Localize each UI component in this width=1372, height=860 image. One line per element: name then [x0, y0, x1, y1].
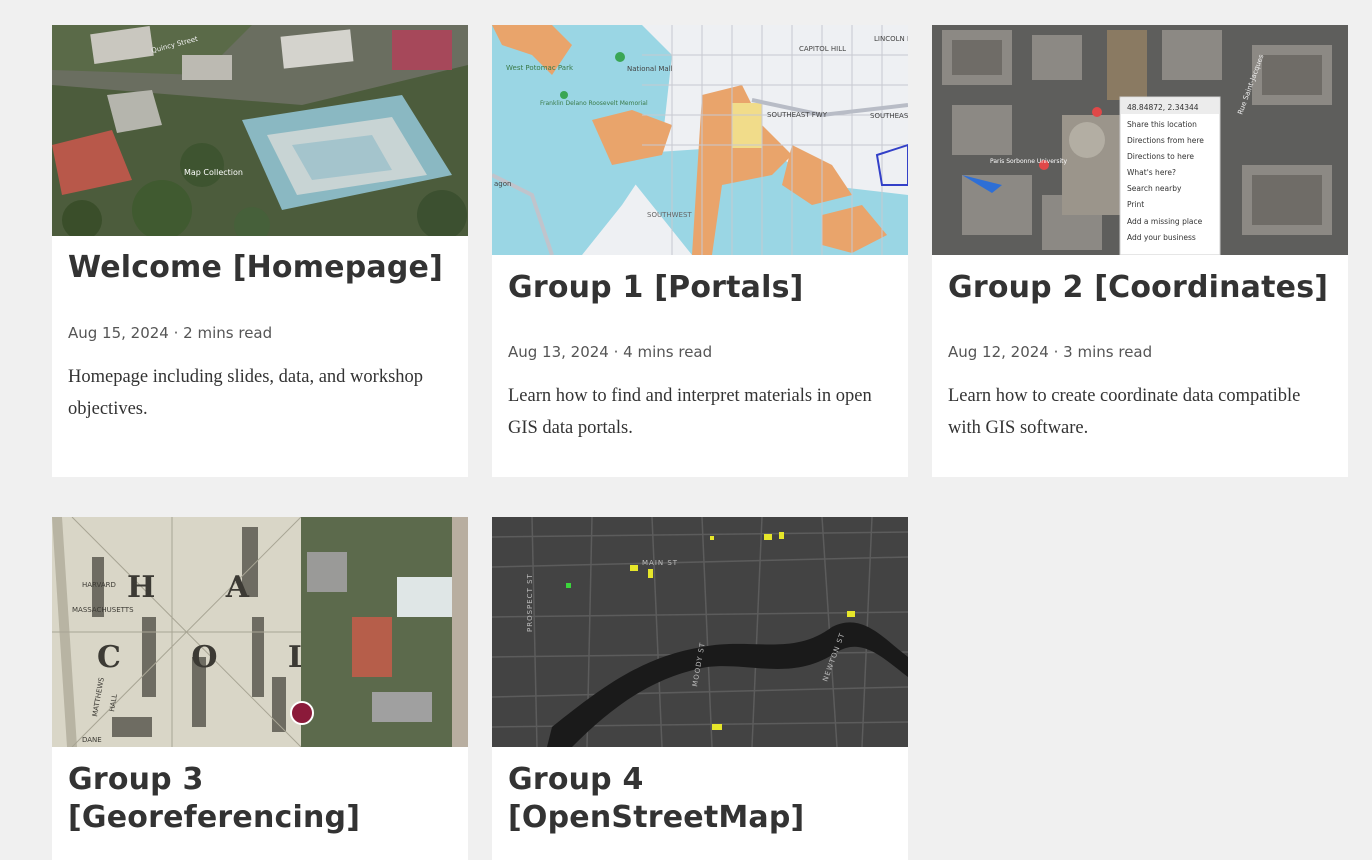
post-meta: Aug 12, 2024 · 3 mins read [948, 343, 1152, 361]
post-read-time: 3 mins read [1063, 343, 1153, 361]
post-thumbnail[interactable]: Quincy Street Map Collection [52, 25, 468, 236]
post-thumbnail[interactable]: National Mall West Potomac Park Franklin… [492, 25, 908, 255]
satellite-image: Rue Saint-Jacques Paris Sorbonne Univers… [932, 25, 1348, 255]
map-label: CAPITOL HILL [799, 45, 846, 53]
post-thumbnail[interactable]: MAIN ST PROSPECT ST MOODY ST NEWTON ST [492, 517, 908, 747]
context-menu-item[interactable]: Share this location [1127, 120, 1197, 129]
context-menu-item[interactable]: Search nearby [1127, 184, 1182, 193]
post-meta: Aug 15, 2024 · 2 mins read [68, 324, 272, 342]
street-label: PROSPECT ST [526, 573, 534, 632]
post-read-time: 4 mins read [623, 343, 713, 361]
post-thumbnail[interactable]: Rue Saint-Jacques Paris Sorbonne Univers… [932, 25, 1348, 255]
context-menu-item[interactable]: What's here? [1127, 168, 1176, 177]
post-title[interactable]: Group 1 [Portals] [508, 269, 894, 307]
map-label: West Potomac Park [506, 64, 574, 72]
context-menu-item[interactable]: Directions from here [1127, 136, 1204, 145]
context-menu[interactable]: 48.84872, 2.34344 Share this location Di… [1119, 96, 1221, 255]
map-label: Paris Sorbonne University [990, 158, 1068, 165]
street-label: MAIN ST [642, 559, 678, 567]
map-label: SOUTHWEST [647, 211, 692, 219]
meta-separator: · [168, 324, 184, 342]
post-card-openstreetmap[interactable]: MAIN ST PROSPECT ST MOODY ST NEWTON ST G… [492, 517, 908, 860]
dark-street-map-image: MAIN ST PROSPECT ST MOODY ST NEWTON ST [492, 517, 908, 747]
post-description: Homepage including slides, data, and wor… [68, 367, 424, 419]
post-title[interactable]: Group 4 [OpenStreetMap] [508, 761, 894, 837]
hand-icon[interactable] [290, 701, 314, 725]
post-card-georeferencing[interactable]: H A R V C O L L HARVARD MASSACHUSETTS MA… [52, 517, 468, 860]
map-label: HARVARD [82, 581, 116, 589]
map-label: SOUTHEAS [870, 112, 908, 120]
map-label: DANE [82, 736, 102, 744]
map-label: Map Collection [184, 168, 243, 177]
post-description: Learn how to create coordinate data comp… [948, 386, 1301, 438]
aerial-campus-image: Quincy Street Map Collection [52, 25, 468, 236]
post-date: Aug 13, 2024 [508, 343, 609, 361]
context-menu-coordinates[interactable]: 48.84872, 2.34344 [1127, 103, 1199, 112]
meta-separator: · [608, 343, 624, 361]
flood-map-image: National Mall West Potomac Park Franklin… [492, 25, 908, 255]
map-label: SOUTHEAST FWY [767, 111, 828, 119]
context-menu-item[interactable]: Add your business [1127, 233, 1196, 242]
post-card-portals[interactable]: National Mall West Potomac Park Franklin… [492, 25, 908, 477]
meta-separator: · [1048, 343, 1064, 361]
map-label: agon [494, 180, 511, 188]
map-label: Franklin Delano Roosevelt Memorial [540, 100, 648, 107]
post-meta: Aug 13, 2024 · 4 mins read [508, 343, 712, 361]
context-menu-item[interactable]: Add a missing place [1127, 217, 1203, 226]
post-card-coordinates[interactable]: Rue Saint-Jacques Paris Sorbonne Univers… [932, 25, 1348, 477]
post-card-welcome[interactable]: Quincy Street Map Collection Welcome [Ho… [52, 25, 468, 477]
map-label: LINCOLN PARK [874, 35, 908, 43]
post-description: Learn how to find and interpret material… [508, 386, 872, 438]
post-read-time: 2 mins read [183, 324, 273, 342]
post-title[interactable]: Welcome [Homepage] [68, 249, 454, 287]
context-menu-item[interactable]: Directions to here [1127, 152, 1194, 161]
post-date: Aug 15, 2024 [68, 324, 169, 342]
map-label: National Mall [627, 65, 673, 73]
post-title[interactable]: Group 3 [Georeferencing] [68, 761, 454, 837]
post-date: Aug 12, 2024 [948, 343, 1049, 361]
historic-map-image: H A R V C O L L HARVARD MASSACHUSETTS MA… [52, 517, 468, 747]
map-label: MASSACHUSETTS [72, 606, 134, 614]
post-thumbnail[interactable]: H A R V C O L L HARVARD MASSACHUSETTS MA… [52, 517, 468, 747]
post-title[interactable]: Group 2 [Coordinates] [948, 269, 1334, 307]
context-menu-item[interactable]: Print [1127, 200, 1144, 209]
